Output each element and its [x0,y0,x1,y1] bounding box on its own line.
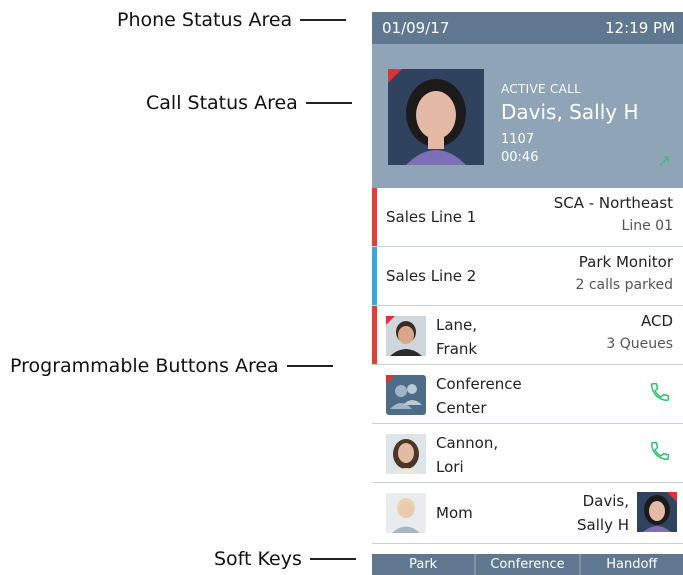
callout-leader-line [309,558,356,560]
status-flag-icon [388,69,402,83]
contact-name-line: Lane, [436,316,478,334]
contact-name-line: Conference [436,375,522,393]
status-time: 12:19 PM [605,19,675,37]
soft-keys-bar: Park Conference Handoff [372,554,683,575]
phone-status-bar: 01/09/17 12:19 PM [372,12,683,44]
callout-leader-line [300,19,347,21]
status-date: 01/09/17 [382,19,450,37]
party-name-line: Sally H [577,516,629,534]
phone-icon[interactable] [649,440,671,466]
prog-button-mom[interactable]: Mom Davis, Sally H [372,483,683,544]
outgoing-call-arrow-icon: ↗ [657,151,671,170]
callout-label: Call Status Area [146,92,298,114]
contact-avatar [386,493,426,533]
contact-name: Conference Center [436,372,522,420]
caller-extension: 1107 [501,132,535,147]
callout-call-status: Call Status Area [146,92,352,114]
button-detail: Line 01 [621,218,673,234]
contact-name: Lane, Frank [436,313,477,361]
caller-photo [388,69,484,165]
group-avatar [386,375,426,415]
contact-name-line: Cannon, [436,434,499,452]
contact-name-line: Center [436,399,487,417]
button-detail: 2 calls parked [575,277,674,293]
softkey-park[interactable]: Park [372,554,475,575]
prog-button-cannon-lori[interactable]: Cannon, Lori [372,424,683,483]
caller-avatar [388,69,484,165]
phone-icon[interactable] [649,381,671,407]
contact-name: Cannon, Lori [436,431,498,479]
button-detail: 3 Queues [606,336,673,352]
line-status-bar [372,188,377,246]
party-avatar [637,492,677,532]
contact-photo [386,493,426,533]
softkey-handoff[interactable]: Handoff [580,554,683,575]
callout-phone-status: Phone Status Area [117,9,347,31]
status-flag-icon [386,375,395,384]
button-type: ACD [640,312,673,330]
prog-button-lane-frank[interactable]: Lane, Frank ACD 3 Queues [372,306,683,365]
prog-button-conference-center[interactable]: Conference Center [372,365,683,424]
contact-name-line: Frank [436,340,478,358]
prog-button-sales-line-2[interactable]: Sales Line 2 Park Monitor 2 calls parked [372,247,683,306]
contact-photo [386,434,426,474]
contact-name: Mom [436,504,473,522]
callout-label: Soft Keys [214,548,302,570]
call-duration: 00:46 [501,150,539,165]
contact-avatar [386,434,426,474]
programmable-buttons-area: Sales Line 1 SCA - Northeast Line 01 Sal… [372,188,683,554]
status-flag-icon [667,492,677,502]
prog-button-sales-line-1[interactable]: Sales Line 1 SCA - Northeast Line 01 [372,188,683,247]
softkey-conference[interactable]: Conference [476,554,579,575]
line-status-bar [372,247,377,305]
callout-leader-line [305,102,352,104]
call-status-area[interactable]: ACTIVE CALL Davis, Sally H 1107 00:46 ↗ [372,44,683,188]
current-call-party: Davis, Sally H [577,489,629,537]
callout-leader-line [286,365,333,367]
callout-label: Programmable Buttons Area [10,355,279,377]
phone-icon [651,442,669,460]
phone-screen: 01/09/17 12:19 PM ACTIVE CALL Davis, Sal… [372,12,683,575]
caller-name: Davis, Sally H [501,100,639,124]
call-info: ACTIVE CALL Davis, Sally H 1107 00:46 [501,82,638,165]
line-status-bar [372,306,377,364]
call-state-label: ACTIVE CALL [501,82,582,96]
callout-label: Phone Status Area [117,9,293,31]
status-flag-icon [386,316,395,325]
party-name-line: Davis, [582,492,629,510]
callout-soft-keys: Soft Keys [214,548,356,570]
callout-programmable-buttons: Programmable Buttons Area [10,355,333,377]
contact-name-line: Lori [436,458,464,476]
button-type: Park Monitor [578,253,673,271]
contact-avatar [386,316,426,356]
button-type: SCA - Northeast [553,194,673,212]
button-label: Sales Line 2 [386,267,477,285]
phone-icon [651,383,669,401]
button-label: Sales Line 1 [386,208,477,226]
